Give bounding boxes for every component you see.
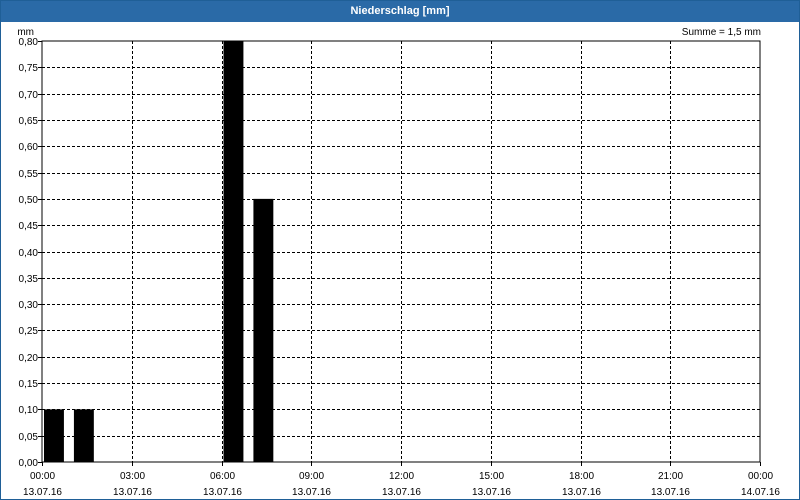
y-tick-label: 0,25: [19, 326, 39, 337]
precipitation-bar: [223, 41, 244, 462]
y-tick-label: 0,35: [19, 274, 39, 285]
x-tick-label-time: 06:00: [210, 471, 235, 482]
x-tick-label-date: 13.07.16: [203, 487, 242, 498]
x-tick-label-time: 12:00: [389, 471, 414, 482]
x-tick-label-date: 13.07.16: [113, 487, 152, 498]
x-tick-label-time: 00:00: [748, 471, 773, 482]
y-tick-label: 0,50: [19, 195, 39, 206]
y-tick-label: 0,20: [19, 353, 39, 364]
y-tick-label: 0,60: [19, 142, 39, 153]
x-tick-label-date: 13.07.16: [651, 487, 690, 498]
precipitation-chart: 0,00 0,05 0,10 0,15 0,20 0,25 0,30 0,35 0,40 0,45…: [17, 27, 780, 498]
chart-window: Niederschlag [mm] Summe = 1,5 mm 0,00 0,0…: [0, 0, 800, 500]
x-tick-label-time: 18:00: [569, 471, 594, 482]
y-tick-label: 0,15: [19, 379, 39, 390]
x-tick-label-time: 15:00: [479, 471, 504, 482]
chart-title: Niederschlag [mm]: [1, 1, 799, 22]
y-tick-label: 0,65: [19, 116, 39, 127]
y-tick-label: 0,05: [19, 432, 39, 443]
precipitation-bar: [44, 409, 64, 462]
x-tick-label-date: 14.07.16: [741, 487, 780, 498]
y-tick-label: 0,40: [19, 248, 39, 259]
precipitation-bar: [253, 198, 274, 462]
y-tick-label: 0,30: [19, 300, 39, 311]
x-tick-label-time: 00:00: [30, 471, 55, 482]
precipitation-bar: [73, 409, 94, 462]
y-tick-label: 0,70: [19, 90, 39, 101]
y-tick-label: 0,80: [19, 37, 39, 48]
x-tick-label-date: 13.07.16: [562, 487, 601, 498]
x-tick-label-date: 13.07.16: [292, 487, 331, 498]
x-tick-label-time: 09:00: [299, 471, 324, 482]
y-tick-label: 0,00: [19, 458, 39, 469]
x-tick-label-date: 13.07.16: [472, 487, 511, 498]
x-tick-label-date: 13.07.16: [23, 487, 62, 498]
x-tick-label-time: 03:00: [120, 471, 145, 482]
y-tick-label: 0,55: [19, 169, 39, 180]
x-tick-label-date: 13.07.16: [382, 487, 421, 498]
y-tick-label: 0,10: [19, 405, 39, 416]
y-tick-label: 0,75: [19, 63, 39, 74]
x-tick-label-time: 21:00: [658, 471, 683, 482]
y-tick-label: 0,45: [19, 221, 39, 232]
y-axis-label: mm: [17, 27, 34, 38]
